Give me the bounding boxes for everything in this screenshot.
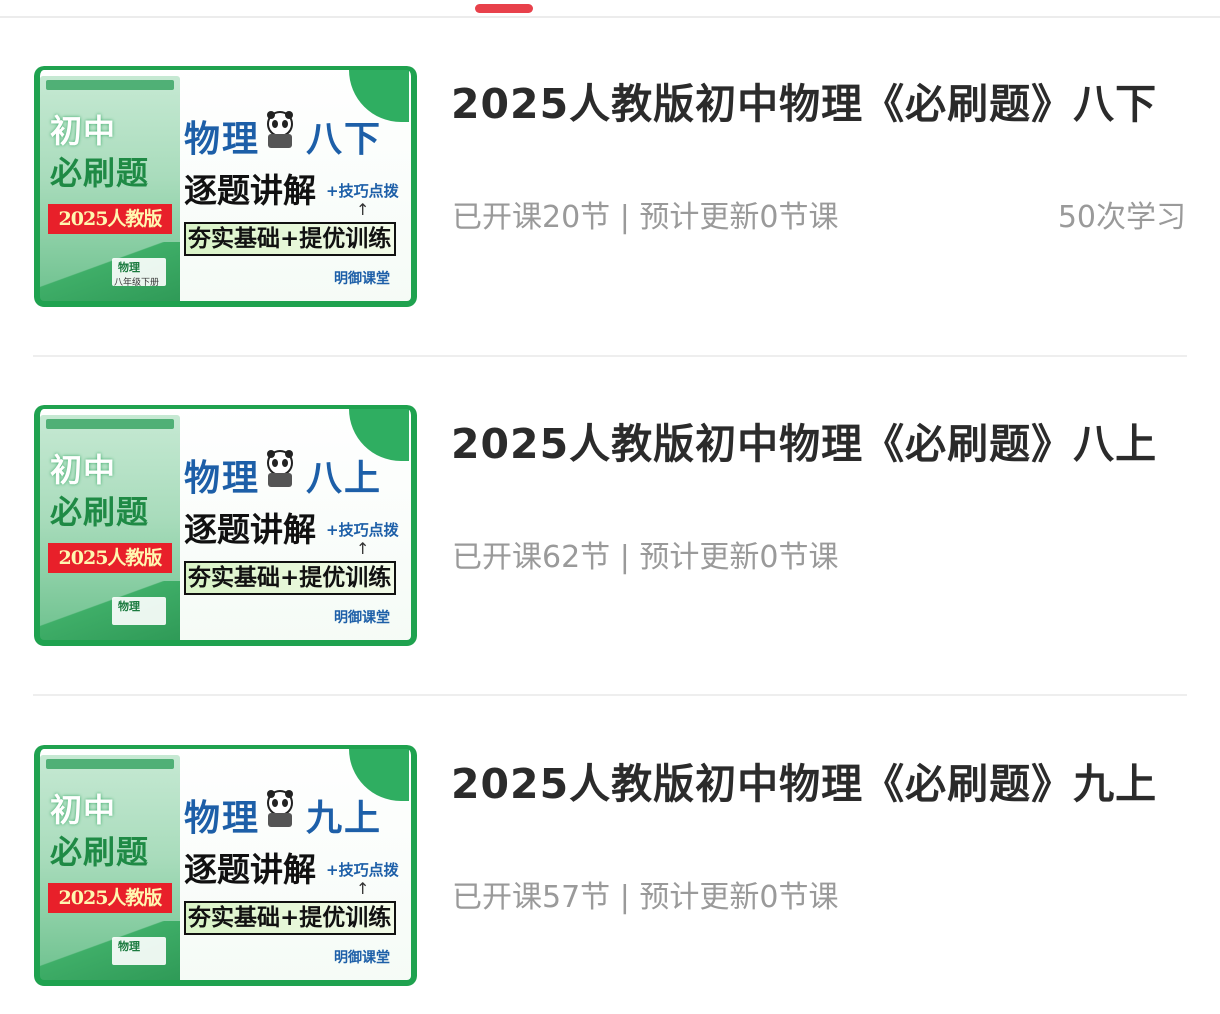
study-count: 50次学习 xyxy=(1057,200,1186,235)
course-meta: 已开课62节 | 预计更新0节课 xyxy=(452,540,839,575)
course-item[interactable]: 初中 必刷题 2025人教版 物理 八年级下册 物理 八下 逐题讲解 +技巧点拨… xyxy=(0,0,1220,307)
course-title[interactable]: 2025人教版初中物理《必刷题》九上 xyxy=(451,750,1157,810)
course-title[interactable]: 2025人教版初中物理《必刷题》八上 xyxy=(451,410,1157,470)
course-item[interactable]: 初中 必刷题 2025人教版 物理 物理 八上 逐题讲解 +技巧点拨 ↑ 夯实基… xyxy=(0,340,1220,646)
course-thumbnail[interactable]: 初中 必刷题 2025人教版 物理 物理 九上 逐题讲解 +技巧点拨 ↑ 夯实基… xyxy=(34,745,417,986)
course-list: 初中 必刷题 2025人教版 物理 八年级下册 物理 八下 逐题讲解 +技巧点拨… xyxy=(0,0,1220,1014)
course-thumbnail[interactable]: 初中 必刷题 2025人教版 物理 八年级下册 物理 八下 逐题讲解 +技巧点拨… xyxy=(34,66,417,307)
thumbnail-frame xyxy=(34,66,417,307)
thumbnail-frame xyxy=(34,745,417,986)
course-item[interactable]: 初中 必刷题 2025人教版 物理 物理 九上 逐题讲解 +技巧点拨 ↑ 夯实基… xyxy=(0,680,1220,986)
thumbnail-frame xyxy=(34,405,417,646)
course-meta: 已开课20节 | 预计更新0节课 xyxy=(452,200,839,235)
course-title[interactable]: 2025人教版初中物理《必刷题》八下 xyxy=(451,70,1157,130)
course-thumbnail[interactable]: 初中 必刷题 2025人教版 物理 物理 八上 逐题讲解 +技巧点拨 ↑ 夯实基… xyxy=(34,405,417,646)
course-meta: 已开课57节 | 预计更新0节课 xyxy=(452,880,839,915)
